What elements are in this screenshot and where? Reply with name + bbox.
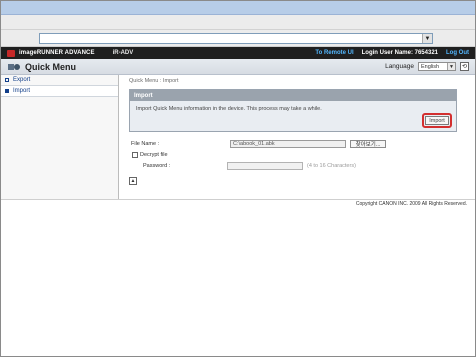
file-name-value: C:\abook_01.abk [233, 140, 275, 147]
product-name: imageRUNNER ADVANCE [19, 50, 95, 56]
decrypt-row: Decrypt file [129, 149, 471, 160]
import-form: File Name : C:\abook_01.abk 찾아보기... Decr… [129, 138, 471, 171]
address-dropdown-button[interactable]: ▼ [422, 34, 432, 43]
address-row: ▼ [1, 30, 475, 47]
browse-button[interactable]: 찾아보기... [350, 139, 386, 148]
sidebar: Export Import [1, 75, 119, 199]
language-label: Language [385, 63, 414, 70]
sidebar-bullet-icon [5, 78, 9, 82]
breadcrumb: Quick Menu : Import [129, 78, 179, 84]
sidebar-item-label: Import [13, 88, 31, 94]
import-button[interactable]: Import [425, 116, 449, 125]
quick-menu-header: Quick Menu Language English ▼ ⟲ [1, 59, 475, 75]
refresh-button[interactable]: ⟲ [460, 62, 469, 71]
device-name: iR-ADV [112, 50, 134, 56]
password-hint: (4 to 16 Characters) [307, 162, 356, 169]
file-name-field[interactable]: C:\abook_01.abk [230, 139, 346, 148]
window-frame: ▼ imageRUNNER ADVANCE iR-ADV To Remote U… [0, 0, 476, 357]
password-label: Password : [143, 162, 171, 169]
panel-title: Import [130, 90, 456, 101]
password-field[interactable] [227, 161, 303, 170]
decrypt-checkbox[interactable] [132, 151, 138, 158]
menu-strip [1, 15, 475, 30]
import-button-highlight: Import [422, 113, 452, 128]
main-area: Export Import Quick Menu : Import Import… [1, 75, 475, 199]
chevron-down-icon: ▼ [424, 35, 431, 42]
content-area: Quick Menu : Import Import Import Quick … [119, 75, 475, 199]
language-value: English [421, 63, 440, 70]
panel-body: Import Quick Menu information in the dev… [130, 101, 456, 131]
refresh-icon: ⟲ [461, 64, 468, 70]
sidebar-item-export[interactable]: Export [1, 75, 118, 86]
decrypt-label: Decrypt file [140, 151, 168, 158]
remote-ui-link[interactable]: To Remote UI [315, 50, 353, 56]
password-row: Password : (4 to 16 Characters) [129, 160, 471, 171]
sidebar-item-import[interactable]: Import [1, 86, 118, 97]
footer: Copyright CANON INC. 2009 All Rights Res… [1, 199, 475, 208]
arrow-up-icon: ▲ [130, 178, 136, 184]
login-user-name: Login User Name: 7654321 [361, 50, 438, 56]
title-bar [1, 1, 475, 15]
page-title: Quick Menu [25, 61, 77, 72]
language-select[interactable]: English ▼ [418, 62, 456, 71]
logout-link[interactable]: Log Out [446, 50, 469, 56]
address-input[interactable]: ▼ [39, 33, 433, 44]
empty-area [1, 208, 475, 348]
copyright-text: Copyright CANON INC. 2009 All Rights Res… [355, 201, 467, 207]
back-to-top-button[interactable]: ▲ [129, 177, 137, 185]
file-name-label: File Name : [131, 140, 160, 147]
chevron-down-icon: ▼ [447, 63, 455, 70]
panel-description: Import Quick Menu information in the dev… [136, 106, 322, 112]
brand-logo-icon [7, 49, 15, 57]
quick-menu-icon [7, 62, 21, 72]
sidebar-bullet-icon [5, 89, 9, 93]
import-panel: Import Import Quick Menu information in … [129, 89, 457, 132]
file-row: File Name : C:\abook_01.abk 찾아보기... [129, 138, 471, 149]
sidebar-item-label: Export [13, 77, 31, 83]
brand-bar: imageRUNNER ADVANCE iR-ADV To Remote UI … [1, 47, 475, 59]
